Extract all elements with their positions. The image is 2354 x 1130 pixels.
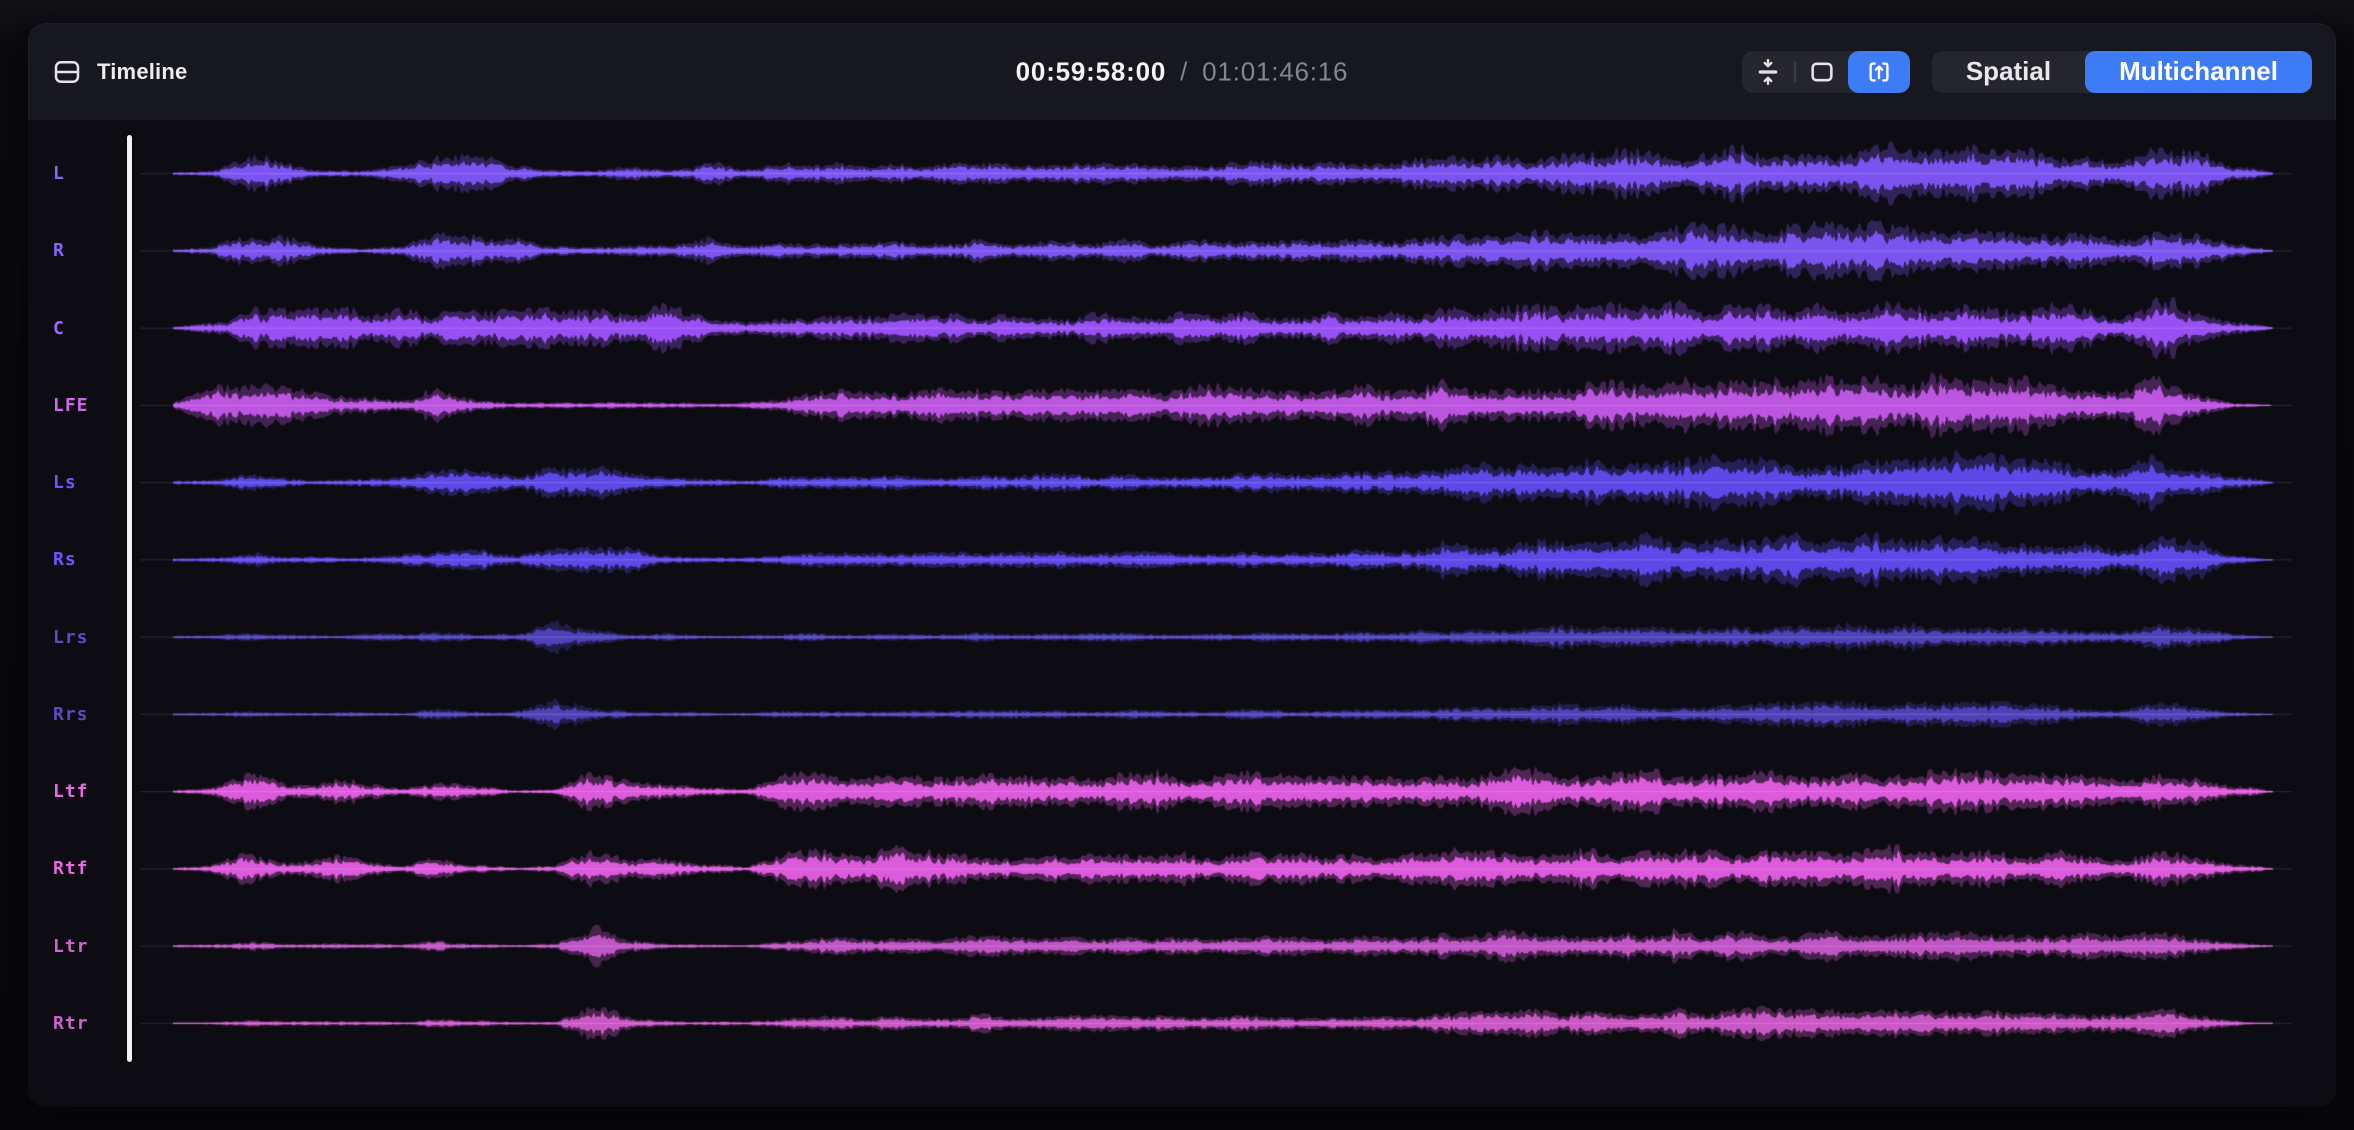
expand-icon [1865, 58, 1893, 86]
view-mode-toggle: Spatial Multichannel [1932, 51, 2312, 93]
channel-label-Ltr: Ltr [28, 908, 130, 985]
channel-label-Ltf: Ltf [28, 753, 130, 830]
page-title: Timeline [97, 59, 187, 85]
playhead[interactable] [127, 135, 132, 1062]
channel-gutter: LRCLFELsRsLrsRrsLtfRtfLtrRtr [28, 135, 130, 1062]
channel-label-Rtr: Rtr [28, 985, 130, 1062]
toolbar-icon-group [1742, 51, 1910, 93]
tab-multichannel[interactable]: Multichannel [2085, 51, 2312, 93]
channel-label-Rtf: Rtf [28, 830, 130, 907]
channel-label-Rrs: Rrs [28, 676, 130, 753]
collapse-vertical-icon [1754, 58, 1782, 86]
waveform-area[interactable]: LRCLFELsRsLrsRrsLtfRtfLtrRtr [28, 120, 2336, 1107]
channel-label-L: L [28, 135, 130, 212]
timecode-separator: / [1180, 56, 1188, 87]
channel-label-Ls: Ls [28, 444, 130, 521]
frame-view-button[interactable] [1796, 51, 1848, 93]
tab-spatial[interactable]: Spatial [1932, 51, 2085, 93]
waveform-canvas[interactable] [140, 135, 2292, 1062]
collapse-vertical-button[interactable] [1742, 51, 1794, 93]
timeline-panel: Timeline 00:59:58:00 / 01:01:46:16 [28, 23, 2336, 1107]
rows-icon [52, 57, 82, 87]
channel-label-Rs: Rs [28, 521, 130, 598]
frame-icon [1808, 58, 1836, 86]
timeline-header: Timeline 00:59:58:00 / 01:01:46:16 [28, 23, 2336, 120]
timecode-display: 00:59:58:00 / 01:01:46:16 [1016, 56, 1349, 87]
expand-view-button[interactable] [1848, 51, 1910, 93]
timecode-current: 00:59:58:00 [1016, 56, 1166, 87]
channel-label-C: C [28, 290, 130, 367]
channel-label-R: R [28, 212, 130, 289]
channel-label-LFE: LFE [28, 367, 130, 444]
channel-label-Lrs: Lrs [28, 599, 130, 676]
timecode-total: 01:01:46:16 [1202, 56, 1348, 87]
